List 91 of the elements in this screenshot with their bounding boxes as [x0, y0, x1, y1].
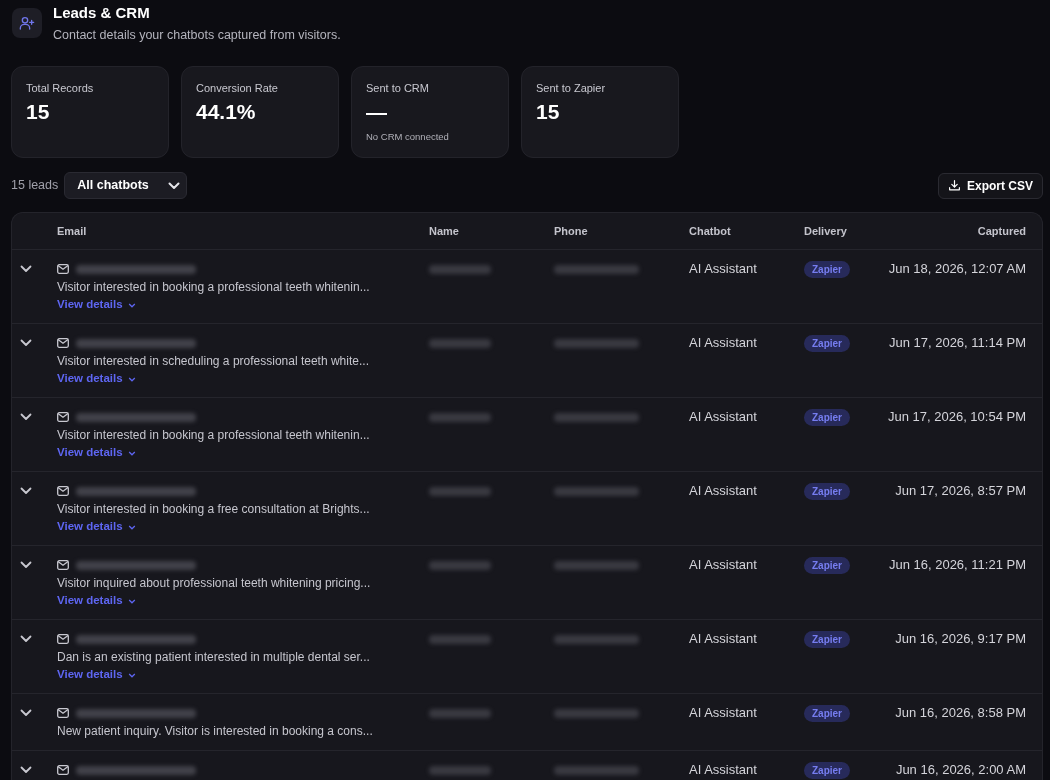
view-details-link[interactable]: View details: [57, 518, 136, 536]
view-details-link[interactable]: View details: [57, 296, 136, 314]
lead-summary: Visitor interested in booking a professional teeth whitenin...: [57, 279, 370, 296]
stat-label: Sent to Zapier: [536, 82, 606, 95]
blurred-name: [429, 338, 491, 348]
expand-chevron-icon[interactable]: [20, 413, 32, 421]
user-plus-icon: [12, 8, 42, 38]
delivery-badge: Zapier: [804, 482, 850, 500]
mail-icon: [57, 486, 69, 496]
column-header: Name: [429, 223, 460, 239]
blurred-name: [429, 708, 491, 718]
lead-count: 15 leads: [11, 177, 59, 195]
column-header: Email: [57, 223, 88, 239]
view-details-link[interactable]: View details: [57, 666, 136, 684]
chevron-down-icon: [127, 524, 136, 530]
page-title: Leads & CRM: [53, 4, 150, 22]
lead-summary: Visitor interested in booking a free consultation at Brights...: [57, 501, 370, 518]
chatbot-name: AI Assistant: [689, 704, 758, 722]
chatbot-select[interactable]: All chatbots: [64, 172, 188, 199]
stat-label: Conversion Rate: [196, 82, 278, 95]
column-header: Chatbot: [689, 223, 732, 239]
blurred-name: [429, 486, 491, 496]
mail-icon: [57, 338, 69, 348]
captured-date: Jun 16, 2026, 9:17 PM: [895, 630, 1027, 648]
column-header: Captured: [977, 223, 1027, 239]
select-value: All chatbots: [77, 177, 149, 195]
lead-summary: New patient inquiry. Visitor is interested in booking a cons...: [57, 723, 373, 740]
captured-date: Jun 16, 2026, 8:58 PM: [895, 704, 1027, 722]
delivery-badge: Zapier: [804, 260, 850, 278]
stat-value: 15: [536, 99, 560, 125]
view-details-link[interactable]: View details: [57, 444, 136, 462]
delivery-badge: Zapier: [804, 630, 850, 648]
chatbot-name: AI Assistant: [689, 260, 758, 278]
chatbot-name: AI Assistant: [689, 482, 758, 500]
blurred-name: [429, 560, 491, 570]
blurred-name: [429, 264, 491, 274]
delivery-badge: Zapier: [804, 761, 850, 779]
stat-value: —: [366, 99, 387, 125]
stat-value: 44.1%: [196, 99, 256, 125]
stat-value: 15: [26, 99, 50, 125]
chatbot-name: AI Assistant: [689, 408, 758, 426]
chevron-down-icon: [127, 450, 136, 456]
delivery-badge: Zapier: [804, 556, 850, 574]
page-subtitle: Contact details your chatbots captured from visitors.: [53, 27, 341, 43]
chatbot-name: AI Assistant: [689, 334, 758, 352]
delivery-badge: Zapier: [804, 704, 850, 722]
captured-date: Jun 17, 2026, 11:14 PM: [888, 334, 1027, 352]
expand-chevron-icon[interactable]: [20, 766, 32, 774]
column-header: Phone: [554, 223, 589, 239]
expand-chevron-icon[interactable]: [20, 635, 32, 643]
chevron-down-icon: [127, 376, 136, 382]
blurred-name: [429, 634, 491, 644]
view-details-link[interactable]: View details: [57, 592, 136, 610]
chatbot-name: AI Assistant: [689, 630, 758, 648]
chatbot-name: AI Assistant: [689, 556, 758, 574]
stat-label: Sent to CRM: [366, 82, 429, 95]
lead-summary: Visitor interested in scheduling a professional teeth white...: [57, 353, 369, 370]
blurred-name: [429, 765, 491, 775]
mail-icon: [57, 634, 69, 644]
captured-date: Jun 16, 2026, 2:00 AM: [895, 761, 1027, 779]
download-icon: [948, 179, 961, 192]
chevron-down-icon: [127, 302, 136, 308]
expand-chevron-icon[interactable]: [20, 487, 32, 495]
export-csv-button[interactable]: Export CSV: [938, 172, 1043, 199]
captured-date: Jun 17, 2026, 10:54 PM: [887, 408, 1027, 426]
expand-chevron-icon[interactable]: [20, 265, 32, 273]
blurred-name: [429, 412, 491, 422]
chevron-down-icon: [127, 672, 136, 678]
captured-date: Jun 16, 2026, 11:21 PM: [888, 556, 1027, 574]
delivery-badge: Zapier: [804, 334, 850, 352]
mail-icon: [57, 765, 69, 775]
lead-summary: Visitor inquired about professional teeth whitening pricing...: [57, 575, 371, 592]
lead-summary: Visitor interested in booking a professional teeth whitenin...: [57, 427, 370, 444]
expand-chevron-icon[interactable]: [20, 709, 32, 717]
delivery-badge: Zapier: [804, 408, 850, 426]
expand-chevron-icon[interactable]: [20, 339, 32, 347]
lead-summary: Dan is an existing patient interested in multiple dental ser...: [57, 649, 370, 666]
mail-icon: [57, 708, 69, 718]
stat-note: No CRM connected: [366, 131, 449, 143]
view-details-link[interactable]: View details: [57, 370, 136, 388]
chatbot-name: AI Assistant: [689, 761, 758, 779]
captured-date: Jun 17, 2026, 8:57 PM: [895, 482, 1027, 500]
mail-icon: [57, 264, 69, 274]
expand-chevron-icon[interactable]: [20, 561, 32, 569]
column-header: Delivery: [804, 223, 848, 239]
mail-icon: [57, 560, 69, 570]
chevron-down-icon: [127, 598, 136, 604]
stat-label: Total Records: [26, 82, 94, 95]
captured-date: Jun 18, 2026, 12:07 AM: [888, 260, 1027, 278]
chevron-down-icon: [168, 181, 181, 190]
mail-icon: [57, 412, 69, 422]
